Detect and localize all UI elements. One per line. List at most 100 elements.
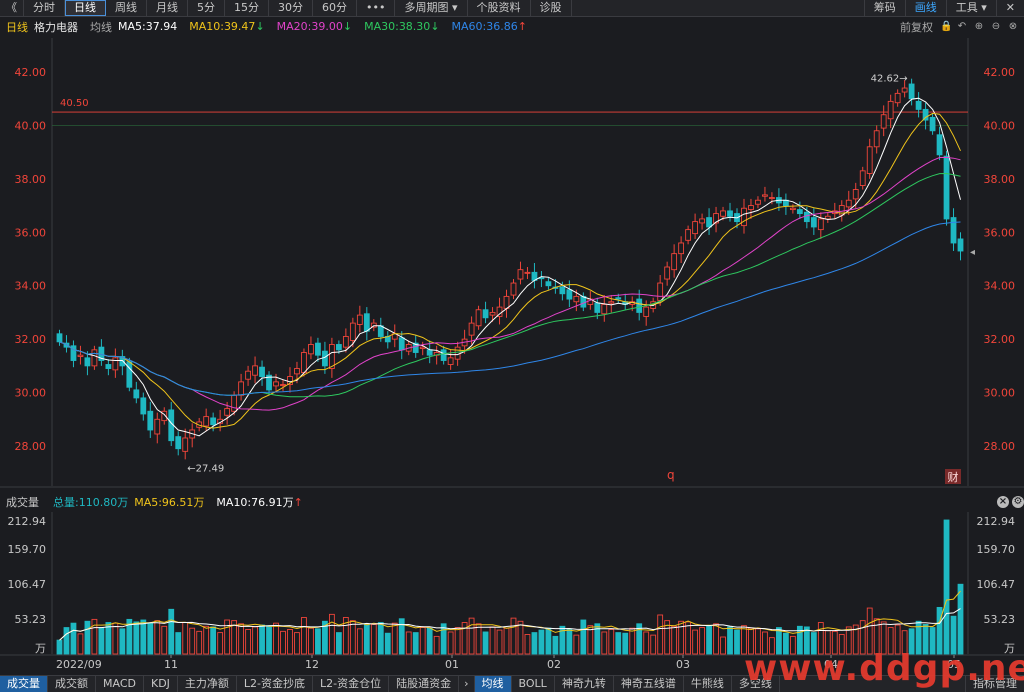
period-tab-6[interactable]: 30分	[269, 0, 313, 16]
diagnose-button[interactable]: 诊股	[531, 0, 572, 16]
overlay-tab-1[interactable]: BOLL	[512, 676, 555, 692]
adjust-dropdown[interactable]: 前复权	[900, 19, 933, 35]
volume-bar	[301, 617, 307, 655]
candle-body	[98, 346, 105, 361]
draw-line-button[interactable]: 画线	[904, 0, 946, 17]
indicator-tab-7[interactable]: 陆股通资金	[389, 676, 460, 692]
up-arrow-icon: ↑	[293, 495, 303, 509]
chips-button[interactable]: 筹码	[863, 0, 905, 17]
indicator-tab-0[interactable]: 成交量	[0, 676, 48, 692]
candle-body	[391, 333, 398, 340]
candle-body	[671, 253, 678, 271]
volume-bar	[363, 623, 370, 655]
volume-bar	[259, 624, 265, 655]
volume-bar	[161, 625, 168, 655]
overlay-tab-2[interactable]: 神奇九转	[555, 676, 614, 692]
volume-bar	[433, 635, 440, 655]
ma60-text: MA60:36.86	[451, 20, 518, 33]
volume-axis-label-right: 212.94	[977, 515, 1016, 528]
volume-bar	[419, 627, 426, 655]
avg-label[interactable]: 均线	[90, 19, 112, 35]
period-tabs: 分时 日线 周线 月线 5分 15分 30分 60分	[24, 0, 357, 16]
candle-body	[356, 314, 363, 325]
candle-body	[950, 217, 957, 244]
close-icon[interactable]: ⊗	[1008, 21, 1018, 32]
overlay-tab-4[interactable]: 牛熊线	[684, 676, 732, 692]
volume-bar	[280, 630, 286, 655]
candle-body	[943, 155, 950, 220]
volume-bar	[524, 634, 531, 655]
indicator-tab-5[interactable]: L2-资金抄底	[237, 676, 314, 692]
tabs-scroll-right-icon[interactable]: ›	[459, 676, 475, 692]
period-tab-4[interactable]: 5分	[188, 0, 225, 16]
y-axis-label-left: 30.00	[15, 387, 47, 400]
more-periods-button[interactable]: •••	[357, 0, 396, 16]
candle-body	[838, 205, 845, 216]
candle-body	[922, 108, 929, 121]
candle-body	[133, 389, 140, 399]
candle-body	[259, 366, 265, 377]
period-tab-5[interactable]: 15分	[225, 0, 269, 16]
x-axis-label: 03	[676, 658, 690, 671]
volume-axis-label-left: 212.94	[8, 515, 47, 528]
candle-body	[769, 197, 775, 200]
close-icon[interactable]: ✕	[995, 0, 1024, 17]
back-button[interactable]: 《	[0, 0, 24, 16]
ma10-line	[59, 112, 961, 429]
candle-body	[831, 210, 838, 215]
close-icon[interactable]: ×	[997, 496, 1009, 508]
multi-period-dropdown[interactable]: 多周期图 ▾	[395, 0, 468, 16]
indicator-tab-1[interactable]: 成交额	[48, 676, 96, 692]
period-tab-2[interactable]: 周线	[106, 0, 147, 16]
zoom-in-icon[interactable]: ⊕	[974, 21, 984, 32]
volume-bar	[356, 628, 363, 655]
candle-body	[636, 298, 643, 313]
candlestick-chart: 42.00 42.00 40.00 40.00 38.00 38.00 36.00 36.00…	[0, 38, 1024, 671]
candle-body	[475, 309, 482, 327]
volume-bar	[517, 620, 524, 655]
candle-body	[601, 303, 608, 315]
undo-icon[interactable]: ↶	[957, 21, 967, 32]
period-tab-0[interactable]: 分时	[24, 0, 65, 16]
candle-body	[119, 356, 126, 367]
volume-bar	[496, 629, 503, 655]
volume-bar	[943, 519, 950, 655]
overlay-tab-3[interactable]: 神奇五线谱	[614, 676, 684, 692]
indicator-tab-3[interactable]: KDJ	[144, 676, 178, 692]
indicator-tab-6[interactable]: L2-资金仓位	[313, 676, 390, 692]
tools-dropdown[interactable]: 工具 ▾	[945, 0, 996, 17]
down-arrow-icon: ↓	[255, 20, 265, 33]
period-tab-7[interactable]: 60分	[313, 0, 357, 16]
candle-body	[77, 354, 84, 357]
volume-ma10-line	[59, 608, 961, 641]
indicator-tab-4[interactable]: 主力净额	[178, 676, 237, 692]
candle-body	[782, 199, 789, 207]
stock-info-button[interactable]: 个股资料	[468, 0, 531, 16]
overlay-tab-0[interactable]: 均线	[474, 676, 512, 692]
event-marker-q: q	[667, 468, 675, 482]
candle-body	[887, 100, 894, 120]
volume-bar	[573, 634, 580, 655]
candle-body	[629, 301, 636, 305]
stock-name: 格力电器	[34, 20, 78, 34]
lock-icon[interactable]: 🔒	[940, 21, 952, 32]
volume-bar	[217, 632, 224, 655]
candle-body	[447, 357, 454, 365]
settings-icon[interactable]: ⚙	[1012, 496, 1024, 508]
candle-body	[901, 87, 908, 93]
volume-bar	[322, 620, 328, 655]
volume-bar	[370, 623, 377, 655]
zoom-out-icon[interactable]: ⊖	[991, 21, 1001, 32]
ma30-line	[59, 172, 961, 398]
candle-body	[517, 269, 524, 280]
candle-body	[419, 346, 426, 349]
multi-period-label: 多周期图	[404, 1, 449, 14]
period-tab-3[interactable]: 月线	[147, 0, 188, 16]
volume-bar	[308, 627, 314, 655]
period-tab-1[interactable]: 日线	[65, 0, 106, 16]
candle-body	[929, 116, 936, 132]
volume-bar	[63, 627, 70, 655]
indicator-tab-2[interactable]: MACD	[96, 676, 144, 692]
candle-body	[231, 394, 238, 412]
candle-body	[789, 207, 796, 211]
